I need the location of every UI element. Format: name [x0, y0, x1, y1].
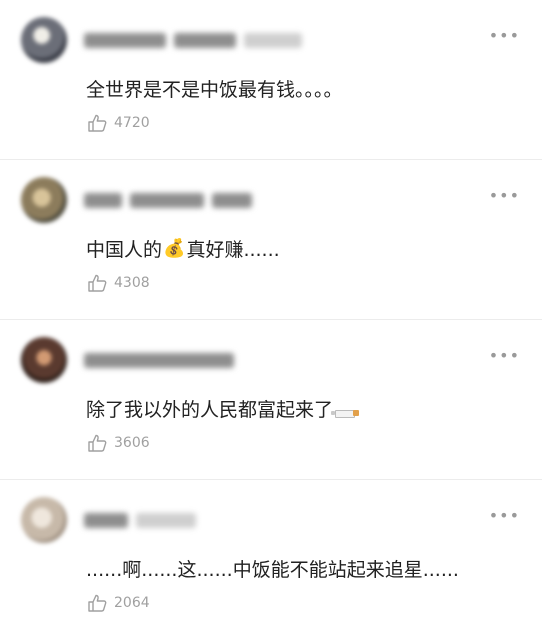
- like-count: 2064: [114, 595, 150, 611]
- more-dots-icon[interactable]: •••: [489, 26, 520, 45]
- like-button[interactable]: 2064: [88, 594, 150, 612]
- username-blurred[interactable]: [84, 32, 302, 49]
- thumbs-up-icon: [88, 594, 107, 612]
- money-bag-icon: 💰: [163, 238, 186, 259]
- thumbs-up-icon: [88, 434, 107, 452]
- more-dots-icon[interactable]: •••: [489, 346, 520, 365]
- comment-text: 全世界是不是中饭最有钱。。。。: [86, 79, 343, 101]
- more-dots-icon[interactable]: •••: [489, 506, 520, 525]
- like-count: 3606: [114, 435, 150, 451]
- comment-text: 除了我以外的人民都富起来了: [86, 395, 361, 422]
- avatar[interactable]: [21, 497, 67, 543]
- like-count: 4308: [114, 275, 150, 291]
- comment-item: ••• 中国人的 💰 真好赚...... 4308: [0, 160, 542, 320]
- like-button[interactable]: 3606: [88, 434, 150, 452]
- comment-item: ••• 全世界是不是中饭最有钱。。。。 4720: [0, 0, 542, 160]
- username-blurred[interactable]: [84, 512, 196, 529]
- comment-item: ••• ......啊......这......中饭能不能站起来追星......…: [0, 480, 542, 640]
- avatar[interactable]: [21, 17, 67, 63]
- thumbs-up-icon: [88, 114, 107, 132]
- more-dots-icon[interactable]: •••: [489, 186, 520, 205]
- comment-item: ••• 除了我以外的人民都富起来了 3606: [0, 320, 542, 480]
- comment-text: 中国人的 💰 真好赚......: [86, 238, 280, 261]
- like-button[interactable]: 4308: [88, 274, 150, 292]
- avatar[interactable]: [21, 337, 67, 383]
- comment-text: ......啊......这......中饭能不能站起来追星......: [86, 559, 459, 581]
- username-blurred[interactable]: [84, 352, 234, 369]
- cigarette-icon: [331, 407, 361, 418]
- avatar[interactable]: [21, 177, 67, 223]
- username-blurred[interactable]: [84, 192, 252, 209]
- thumbs-up-icon: [88, 274, 107, 292]
- like-button[interactable]: 4720: [88, 114, 150, 132]
- like-count: 4720: [114, 115, 150, 131]
- comment-feed: ••• 全世界是不是中饭最有钱。。。。 4720 ••• 中国人的 💰 真好赚.…: [0, 0, 542, 640]
